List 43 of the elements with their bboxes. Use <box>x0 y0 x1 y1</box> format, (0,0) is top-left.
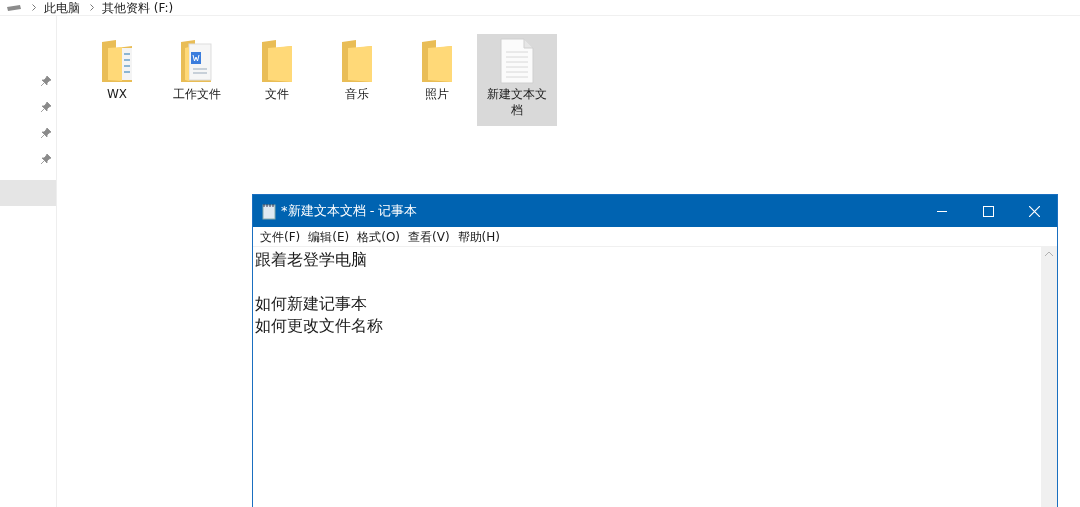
menu-item[interactable]: 查看(V) <box>405 227 453 246</box>
window-title: *新建文本文档 - 记事本 <box>281 202 419 221</box>
drive-icon <box>6 3 22 12</box>
maximize-icon <box>982 205 994 217</box>
text-line: 如何新建记事本 <box>255 293 367 315</box>
folder-icon <box>260 38 294 84</box>
folder-icon <box>420 38 454 84</box>
chevron-icon <box>32 4 36 11</box>
file-name: 文件 <box>264 86 290 102</box>
menu-item[interactable]: 帮助(H) <box>454 227 503 246</box>
text-line: 如何更改文件名称 <box>255 315 383 337</box>
close-icon <box>1028 205 1040 217</box>
folder-icon <box>340 38 374 84</box>
file-item[interactable]: 新建文本文档 <box>477 34 557 126</box>
file-item[interactable]: 文件 <box>237 34 317 126</box>
file-item[interactable]: WX <box>77 34 157 126</box>
pin-icon[interactable] <box>41 76 51 86</box>
scroll-up-icon <box>1045 251 1053 256</box>
pin-icon[interactable] <box>41 154 51 164</box>
file-item[interactable]: 照片 <box>397 34 477 126</box>
file-name: 新建文本文档 <box>486 86 548 118</box>
breadcrumb-item[interactable]: 此电脑 <box>44 1 80 14</box>
pin-icon[interactable] <box>41 128 51 138</box>
folder-icon <box>100 38 134 84</box>
menu-item[interactable]: 格式(O) <box>354 227 404 246</box>
file-item[interactable]: 音乐 <box>317 34 397 126</box>
vertical-scrollbar[interactable] <box>1041 247 1057 507</box>
folder-with-document-icon <box>179 38 215 84</box>
menu-item[interactable]: 文件(F) <box>257 227 304 246</box>
menu-item[interactable]: 编辑(E) <box>305 227 353 246</box>
file-item[interactable]: 工作文件 <box>157 34 237 126</box>
pin-icon[interactable] <box>41 102 51 112</box>
file-name: 音乐 <box>344 86 370 102</box>
file-name: 照片 <box>424 86 450 102</box>
breadcrumb-item[interactable]: 其他资料 (F:) <box>102 1 174 14</box>
notepad-icon <box>261 202 277 220</box>
text-area[interactable]: 跟着老登学电脑 如何新建记事本 如何更改文件名称 <box>253 247 1041 507</box>
text-document-icon <box>500 38 534 84</box>
chevron-icon <box>90 4 94 11</box>
file-name: WX <box>105 86 129 102</box>
text-line: 跟着老登学电脑 <box>255 249 367 271</box>
minimize-icon <box>937 210 947 212</box>
file-name: 工作文件 <box>172 86 222 102</box>
